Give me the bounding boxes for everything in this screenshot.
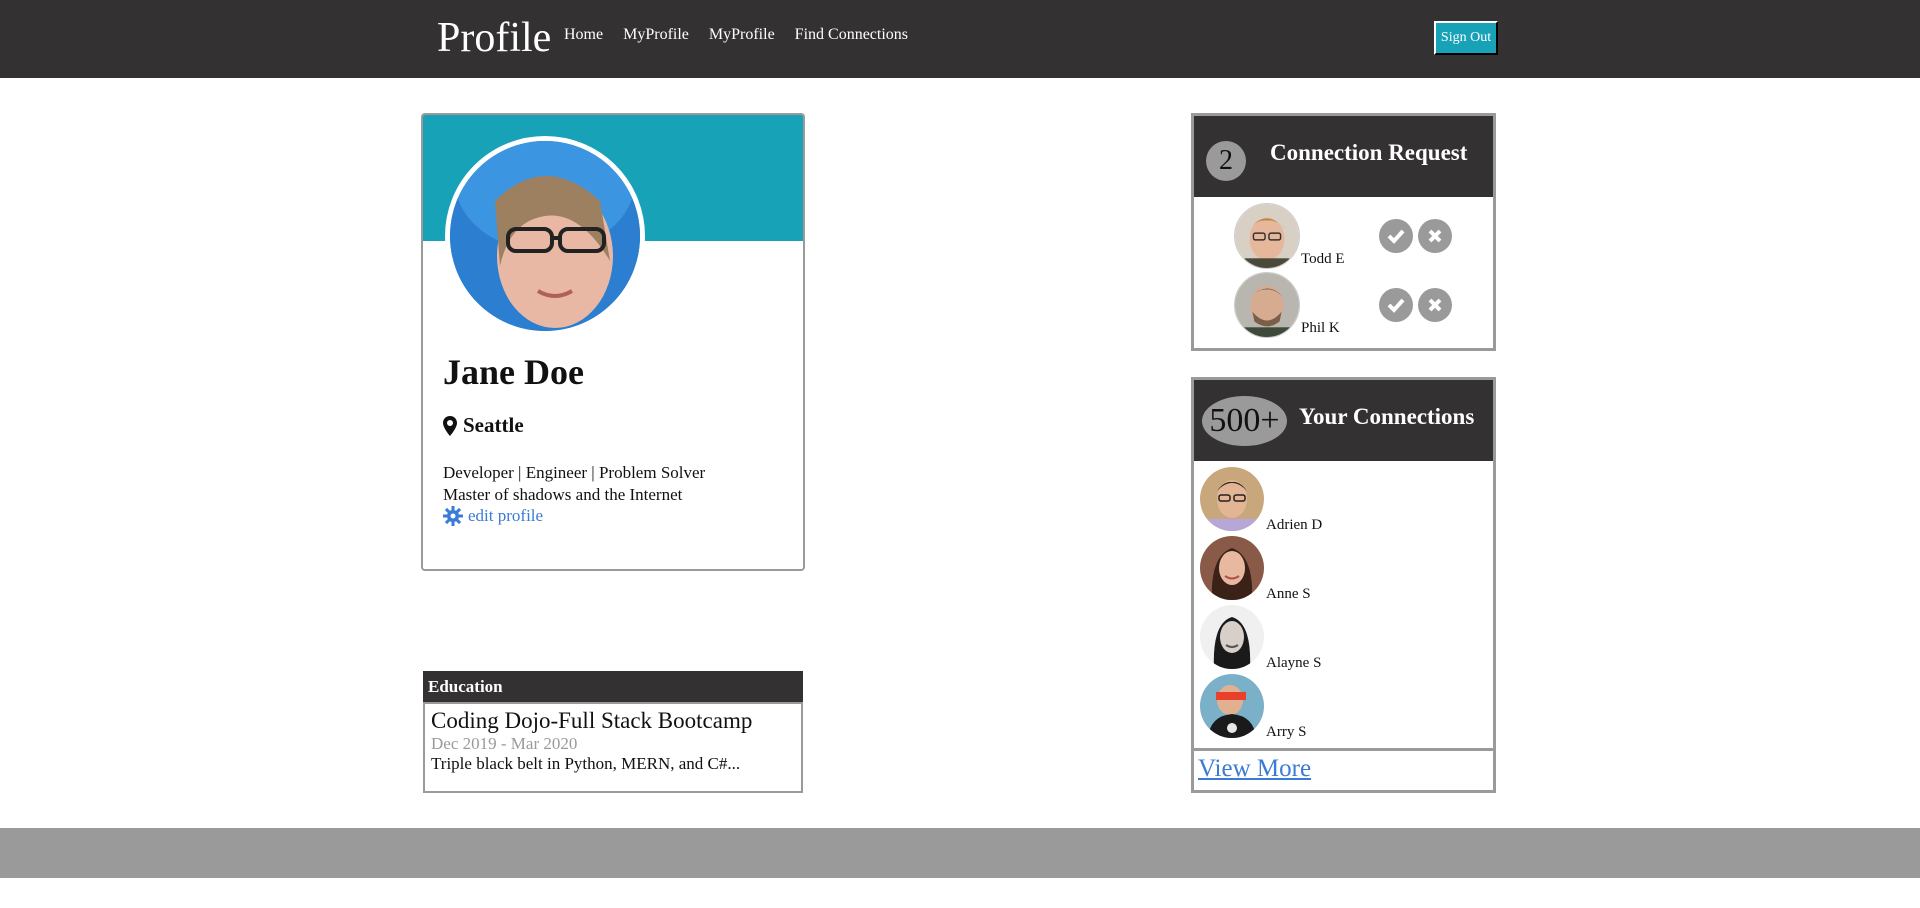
list-item[interactable]: Alayne S — [1194, 599, 1493, 671]
adrien-photo — [1200, 467, 1264, 531]
connections-title: Your Connections — [1299, 403, 1475, 429]
brand-title[interactable]: Profile — [437, 12, 551, 64]
phil-photo — [1235, 273, 1299, 337]
map-pin-icon — [443, 415, 457, 436]
top-navbar: Profile Home MyProfile MyProfile Find Co… — [0, 0, 1920, 78]
education-dates: Dec 2019 - Mar 2020 — [431, 734, 578, 753]
connections-count-badge: 500+ — [1202, 395, 1287, 446]
education-title: Coding Dojo-Full Stack Bootcamp — [431, 708, 753, 733]
bio-line-1: Developer | Engineer | Problem Solver — [443, 463, 706, 482]
profile-location: Seattle — [443, 413, 524, 438]
profile-avatar — [445, 136, 645, 336]
accept-request-button[interactable] — [1379, 288, 1413, 322]
edit-profile-link[interactable]: edit profile — [443, 506, 543, 526]
requests-header: 2 Connection Request — [1194, 116, 1493, 197]
close-icon — [1428, 298, 1442, 312]
connections-panel: 500+ Your Connections Adrien D Anne S Al… — [1191, 377, 1496, 793]
decline-request-button[interactable] — [1418, 219, 1452, 253]
avatar[interactable] — [1200, 467, 1264, 531]
gear-icon — [443, 506, 463, 526]
accept-request-button[interactable] — [1379, 219, 1413, 253]
nav-link-home[interactable]: Home — [564, 26, 603, 44]
profile-card: Jane Doe Seattle Developer | Engineer | … — [421, 113, 805, 571]
check-icon — [1387, 298, 1405, 313]
profile-bio: Developer | Engineer | Problem Solver Ma… — [443, 462, 783, 506]
list-item[interactable]: Arry S — [1194, 668, 1493, 740]
list-item[interactable]: Anne S — [1194, 530, 1493, 602]
nav-link-myprofile-2[interactable]: MyProfile — [709, 26, 775, 44]
check-icon — [1387, 229, 1405, 244]
main-nav: Home MyProfile MyProfile Find Connection… — [564, 26, 908, 44]
connection-requests-panel: 2 Connection Request Todd E Phil K — [1191, 113, 1496, 351]
close-icon — [1428, 229, 1442, 243]
sign-out-button[interactable]: Sign Out — [1434, 21, 1498, 55]
avatar[interactable] — [1234, 203, 1300, 269]
avatar[interactable] — [1234, 272, 1300, 338]
request-name[interactable]: Phil K — [1301, 320, 1340, 337]
page-footer — [0, 828, 1920, 878]
anne-photo — [1200, 536, 1264, 600]
education-entry: Coding Dojo-Full Stack Bootcamp Dec 2019… — [423, 702, 803, 793]
nav-link-myprofile[interactable]: MyProfile — [623, 26, 689, 44]
bio-line-2: Master of shadows and the Internet — [443, 485, 683, 504]
arry-photo — [1200, 674, 1264, 738]
edit-profile-label[interactable]: edit profile — [468, 506, 543, 526]
connections-header: 500+ Your Connections — [1194, 380, 1493, 461]
requests-title: Connection Request — [1270, 139, 1468, 165]
decline-request-button[interactable] — [1418, 288, 1452, 322]
request-row: Phil K — [1194, 266, 1493, 338]
connection-name[interactable]: Arry S — [1266, 724, 1306, 741]
list-item[interactable]: Adrien D — [1194, 461, 1493, 533]
profile-photo — [450, 141, 640, 331]
requests-count-badge: 2 — [1206, 140, 1246, 181]
education-heading: Education — [423, 671, 803, 702]
location-label: Seattle — [463, 413, 524, 437]
avatar[interactable] — [1200, 674, 1264, 738]
education-section: Education Coding Dojo-Full Stack Bootcam… — [423, 671, 803, 793]
alayne-photo — [1200, 605, 1264, 669]
view-more-link[interactable]: View More — [1194, 751, 1493, 787]
request-row: Todd E — [1194, 197, 1493, 269]
todd-photo — [1235, 204, 1299, 268]
connections-list: Adrien D Anne S Alayne S Arry S — [1194, 461, 1493, 751]
nav-link-find-connections[interactable]: Find Connections — [795, 26, 908, 44]
profile-name: Jane Doe — [443, 352, 584, 392]
education-description: Triple black belt in Python, MERN, and C… — [431, 754, 741, 773]
avatar[interactable] — [1200, 605, 1264, 669]
avatar[interactable] — [1200, 536, 1264, 600]
